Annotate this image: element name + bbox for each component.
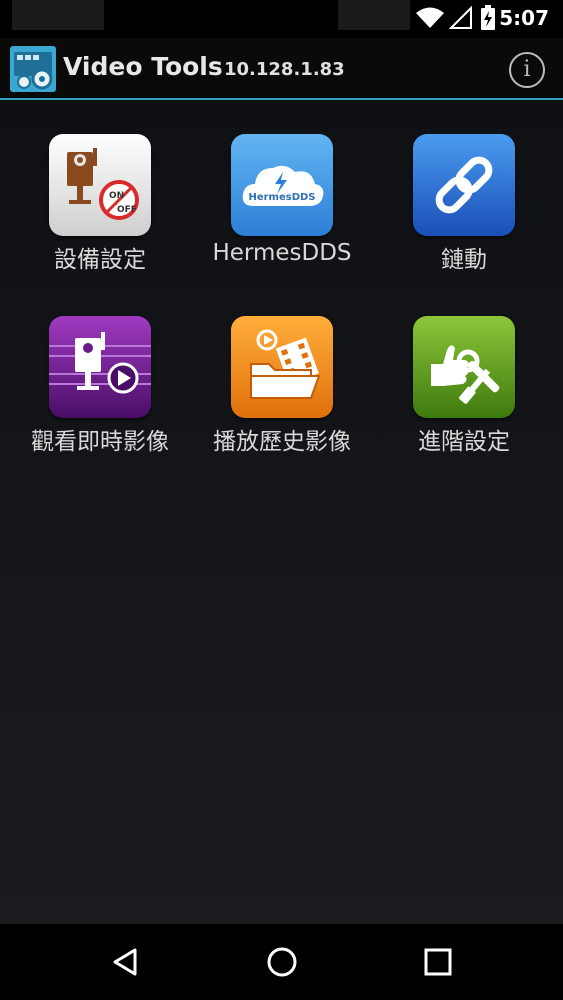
status-time: 5:07: [499, 6, 549, 30]
wifi-icon: [416, 7, 444, 28]
tile-hermes-dds[interactable]: HermesDDS HermesDDS: [191, 100, 373, 266]
info-icon[interactable]: i: [509, 52, 545, 88]
link-chain-icon: [413, 134, 515, 236]
cell-signal-icon: [449, 6, 472, 29]
tile-advanced-settings[interactable]: 進階設定: [373, 282, 555, 455]
tile-label: 觀看即時影像: [31, 429, 169, 455]
video-tools-app-icon: [10, 46, 56, 92]
tile-device-settings[interactable]: ON OFF 設備設定: [9, 100, 191, 273]
tile-label: HermesDDS: [212, 240, 352, 266]
status-bar: 5:07: [0, 0, 563, 38]
history-video-folder-icon: [231, 316, 333, 418]
home-icon[interactable]: [262, 942, 302, 982]
tile-link[interactable]: 鏈動: [373, 100, 555, 273]
tile-history-playback[interactable]: 播放歷史影像: [191, 282, 373, 455]
screen: 5:07 Video Tools 10.128.1.83 i ON OFF 設備…: [0, 0, 563, 1000]
status-notification-area-2: [338, 0, 410, 30]
battery-charging-icon: [481, 5, 495, 30]
tile-label: 播放歷史影像: [213, 429, 351, 455]
hermes-dds-cloud-icon: HermesDDS: [231, 134, 333, 236]
recents-icon[interactable]: [418, 942, 458, 982]
action-bar: Video Tools 10.128.1.83 i: [0, 38, 563, 100]
status-notification-area: [12, 0, 104, 30]
status-icons: 5:07: [403, 0, 563, 38]
tile-label: 設備設定: [54, 247, 146, 273]
tile-label: 鏈動: [441, 247, 487, 273]
camera-on-off-icon: ON OFF: [49, 134, 151, 236]
tile-live-view[interactable]: 觀看即時影像: [9, 282, 191, 455]
back-icon[interactable]: [105, 942, 145, 982]
advanced-settings-tools-icon: [413, 316, 515, 418]
live-camera-play-icon: [49, 316, 151, 418]
ip-address: 10.128.1.83: [224, 59, 345, 80]
svg-text:ON: ON: [109, 191, 124, 201]
hermes-dds-logo-text: HermesDDS: [248, 192, 315, 203]
svg-text:OFF: OFF: [117, 205, 137, 215]
navigation-bar: [0, 924, 563, 1000]
tile-label: 進階設定: [418, 429, 510, 455]
app-title: Video Tools: [63, 52, 223, 81]
